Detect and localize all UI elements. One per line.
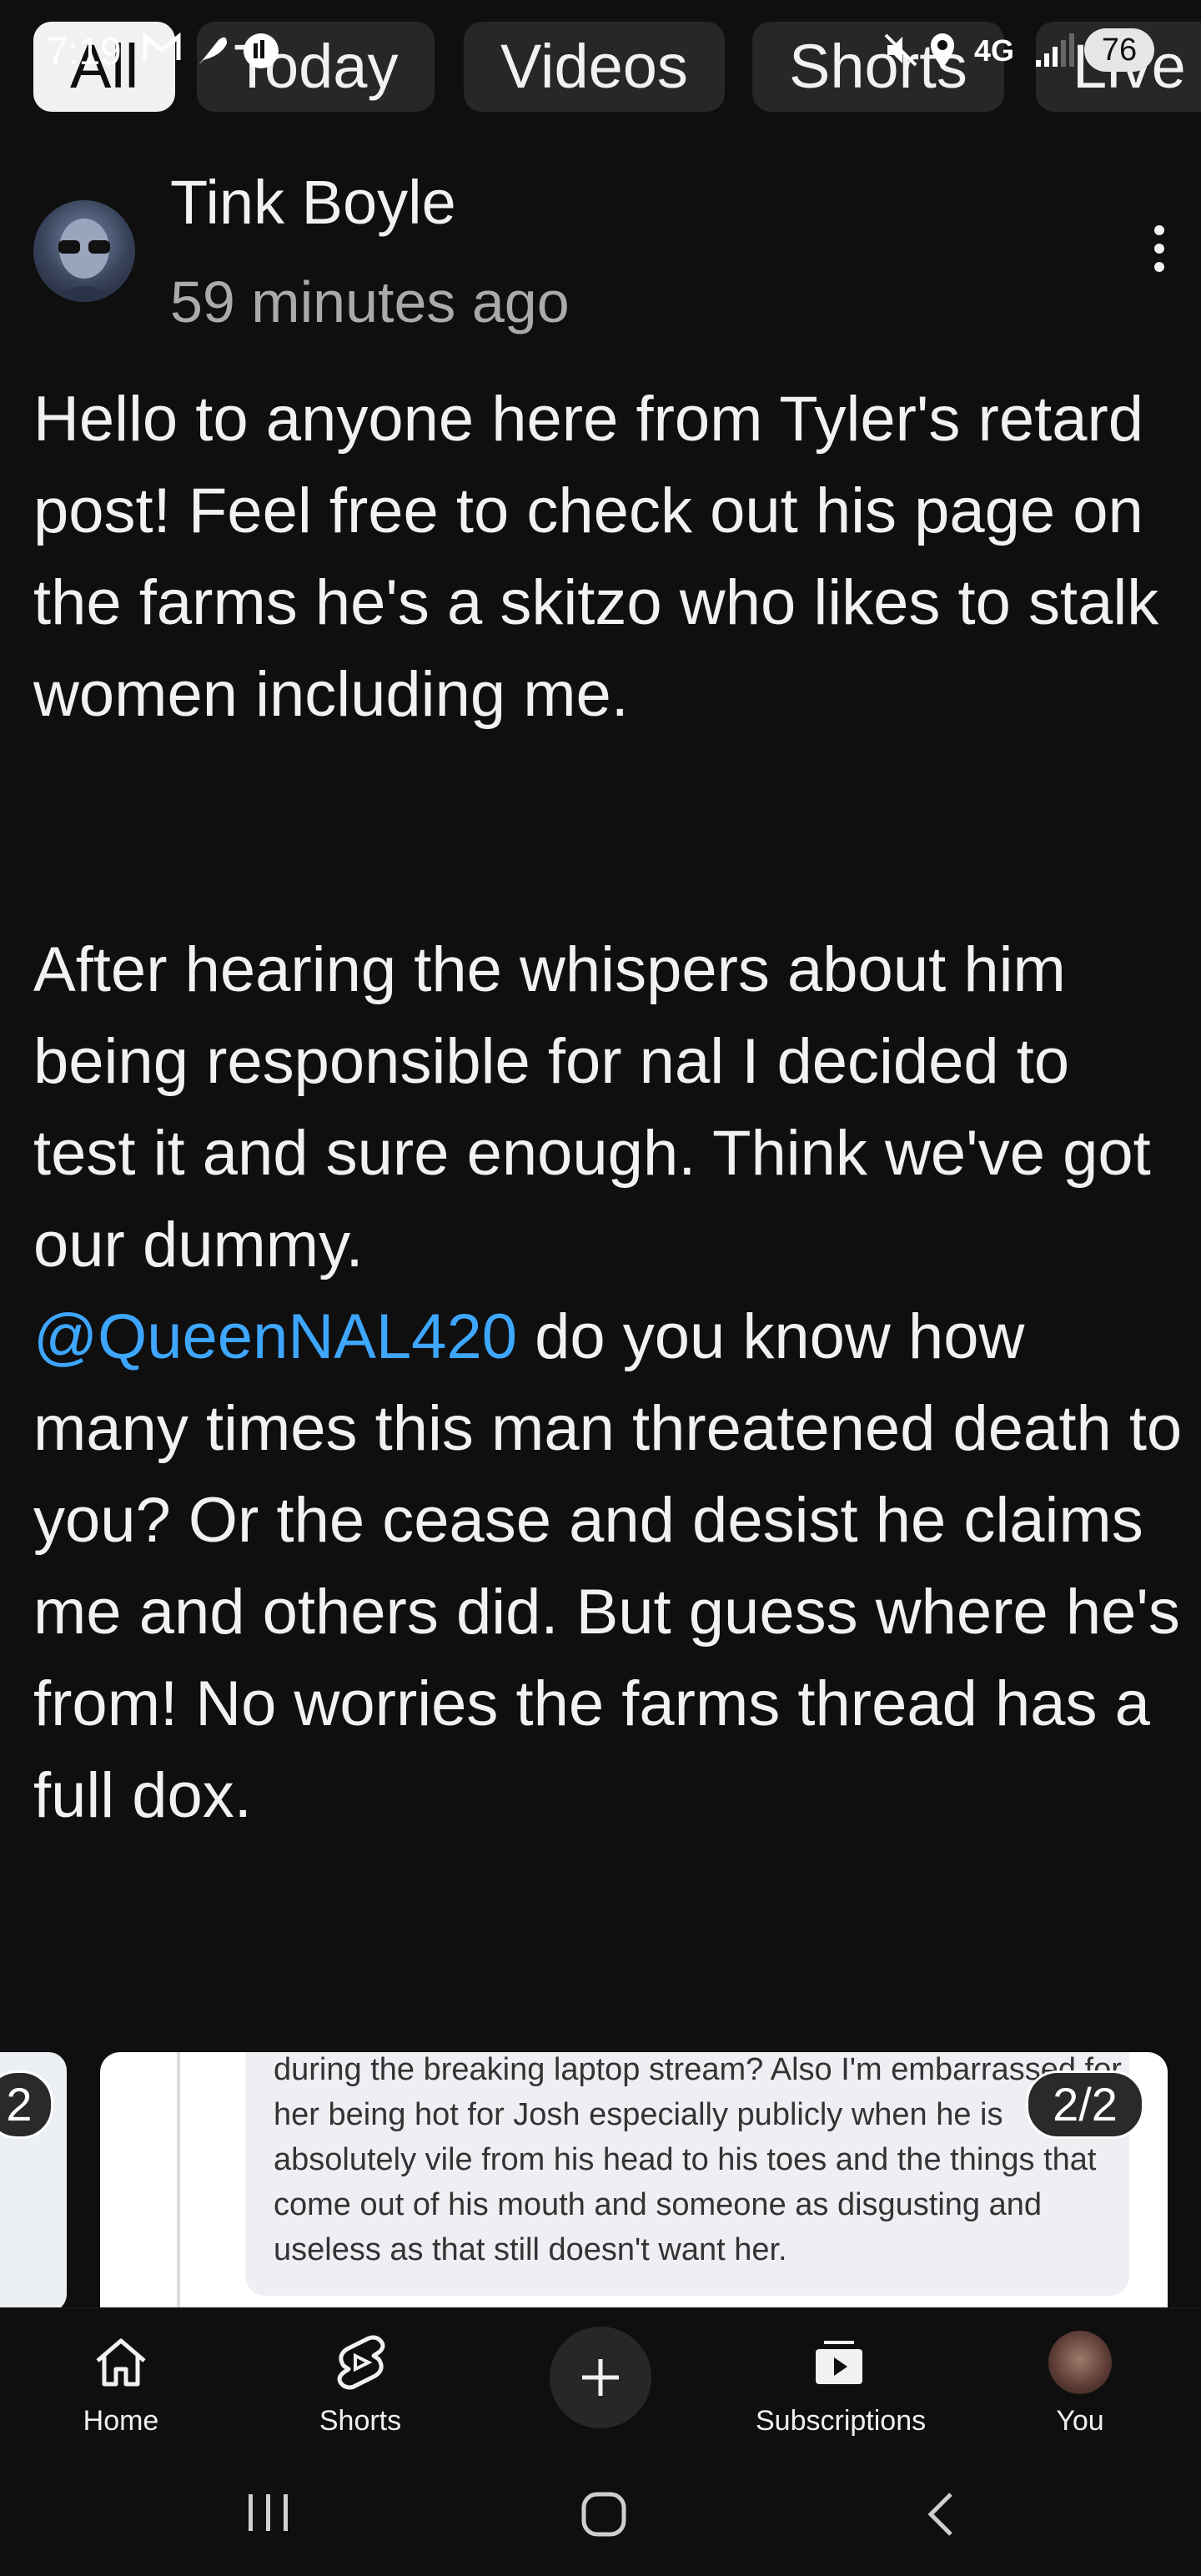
nav-you[interactable]: You <box>997 2325 1163 2438</box>
nav-you-label: You <box>1056 2405 1104 2437</box>
status-bar: 7:19 4G 76 <box>0 0 1201 83</box>
comment-paragraph-1: Hello to anyone here from Tyler's retard… <box>33 384 1159 730</box>
nav-subscriptions[interactable]: Subscriptions <box>756 2325 927 2438</box>
create-button[interactable] <box>550 2327 651 2428</box>
bottom-navigation: Home Shorts Subscriptions You <box>0 2307 1201 2450</box>
home-button-icon[interactable] <box>579 2489 629 2539</box>
avatar <box>1048 2331 1112 2394</box>
nav-shorts[interactable]: Shorts <box>277 2325 444 2438</box>
battery-indicator: 76 <box>1084 28 1154 72</box>
shorts-icon <box>337 2335 385 2390</box>
comment-paragraph-2: After hearing the whispers about him bei… <box>33 924 1184 1842</box>
mute-icon <box>884 33 917 67</box>
image-card[interactable]: during the breaking laptop stream? Also … <box>100 2052 1168 2312</box>
comment-author[interactable]: Tink Boyle <box>170 167 456 238</box>
signal-icon <box>1036 33 1074 67</box>
recording-icon <box>244 33 279 68</box>
nav-shorts-label: Shorts <box>319 2405 402 2437</box>
more-options-icon[interactable] <box>1143 225 1176 275</box>
recents-icon[interactable] <box>244 2489 294 2536</box>
location-icon <box>931 33 954 68</box>
subscriptions-icon <box>816 2341 862 2384</box>
mention-link[interactable]: @QueenNAL420 <box>33 1301 517 1372</box>
system-navigation <box>0 2449 1201 2576</box>
plus-icon <box>582 2359 619 2396</box>
image-carousel[interactable]: 2 during the breaking laptop stream? Als… <box>0 2052 1201 2312</box>
author-avatar[interactable] <box>33 200 135 302</box>
quote-rule <box>177 2052 180 2312</box>
nav-subscriptions-label: Subscriptions <box>756 2405 927 2437</box>
paragraph-2-continued: do you know how many times this man thre… <box>33 1301 1183 1831</box>
nav-home[interactable]: Home <box>38 2325 204 2438</box>
screenshot-text: during the breaking laptop stream? Also … <box>274 2052 1122 2267</box>
home-icon <box>96 2338 146 2387</box>
paragraph-2-text: After hearing the whispers about him bei… <box>33 934 1151 1280</box>
network-indicator: 4G <box>974 33 1015 68</box>
back-icon[interactable] <box>922 2489 959 2539</box>
comment-timestamp: 59 minutes ago <box>170 269 570 335</box>
gmail-icon <box>143 32 181 60</box>
status-time: 7:19 <box>47 29 122 73</box>
comment-body: Hello to anyone here from Tyler's retard… <box>33 374 1184 1842</box>
feather-icon <box>198 37 227 65</box>
nav-home-label: Home <box>83 2405 159 2437</box>
image-counter: 2/2 <box>1026 2070 1144 2139</box>
